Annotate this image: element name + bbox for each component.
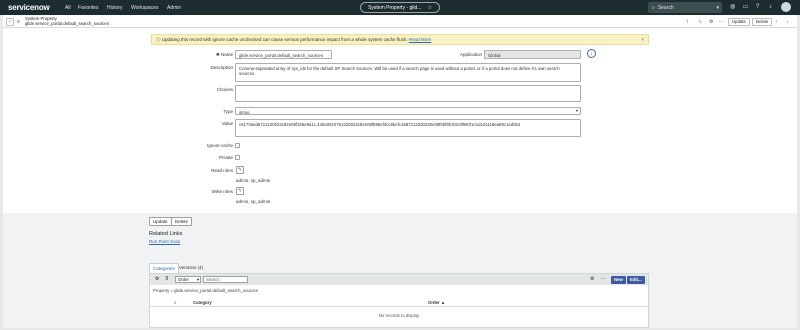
paperclip-icon[interactable]: ⌇ <box>686 19 688 25</box>
more-icon[interactable]: ⋯ <box>719 19 724 25</box>
search-icon: ⌕ <box>652 4 655 11</box>
global-search[interactable]: ⌕ Search ▾ <box>648 2 722 13</box>
context-title: System Property - glid... <box>368 4 422 11</box>
context-title-pill[interactable]: System Property - glid... ☆ <box>360 2 440 13</box>
nav-all[interactable]: All <box>65 5 71 11</box>
order-select[interactable]: Order ▾ <box>175 276 201 283</box>
chevron-down-icon: ▾ <box>196 277 199 282</box>
related-links-heading: Related Links <box>149 231 183 237</box>
help-icon[interactable]: ? <box>754 4 761 11</box>
star-icon[interactable]: ☆ <box>427 5 431 11</box>
cache-warning-alert: ⓘ Updating this record with ignore cache… <box>151 34 649 45</box>
edit-write-roles-pencil-icon[interactable]: ✎ <box>236 187 244 195</box>
name-label: Name <box>220 52 233 57</box>
info-icon: ⓘ <box>156 37 161 42</box>
private-checkbox[interactable] <box>235 155 240 160</box>
breadcrumb[interactable]: Property = glide.service_portal.default_… <box>153 288 258 293</box>
more-icon[interactable]: ⋯ <box>601 276 606 282</box>
top-navigation-bar: servicenow All Favorites History Workspa… <box>0 0 800 15</box>
required-marker: ✱ Name <box>215 52 233 57</box>
record-form-panel: ‹ ≡ System Property glide.service_portal… <box>3 15 797 328</box>
search-placeholder: Search <box>657 4 674 11</box>
run-point-scan-link[interactable]: Run Point Scan <box>149 239 180 244</box>
settings-icon[interactable]: ⚙ <box>709 19 713 25</box>
list-search-input[interactable]: Search <box>203 276 248 283</box>
list-toolbar: ⚙ ⊽ Order ▾ Search ⚙ ⋯ New Edit... <box>150 274 648 285</box>
categories-related-list: ⚙ ⊽ Order ▾ Search ⚙ ⋯ New Edit... Proper… <box>149 273 649 328</box>
type-label: Type <box>223 109 233 114</box>
ignore-cache-checkbox[interactable] <box>235 143 240 148</box>
choices-field[interactable] <box>235 85 581 102</box>
delete-button[interactable]: Delete <box>752 17 773 26</box>
application-field: Global <box>484 50 581 59</box>
form-title: System Property glide.service_portal.def… <box>25 16 109 26</box>
nav-favorites[interactable]: Favorites <box>78 5 99 11</box>
type-select[interactable]: string ▾ <box>235 107 581 115</box>
delete-button-bottom[interactable]: Delete <box>171 217 193 226</box>
bell-icon[interactable]: ♪ <box>767 4 774 11</box>
description-field[interactable]: Comma-separated array of sys_ids for the… <box>235 63 581 82</box>
avatar[interactable] <box>781 2 791 12</box>
chat-icon[interactable]: ▭ <box>742 4 749 11</box>
empty-message: No records to display <box>378 313 420 318</box>
info-icon[interactable]: i <box>587 49 596 58</box>
nav-workspaces[interactable]: Workspaces <box>131 5 158 11</box>
chevron-down-icon: ▾ <box>575 108 578 113</box>
list-column-headers: ⌕ Category Order ▲ <box>150 298 648 307</box>
application-label: Application <box>459 52 482 57</box>
servicenow-logo[interactable]: servicenow <box>8 3 50 12</box>
order-select-value: Order <box>178 277 189 282</box>
description-label: Description <box>210 65 233 70</box>
read-roles-value: admin, sp_admin <box>236 178 271 183</box>
list-settings-icon[interactable]: ⚙ <box>155 276 159 282</box>
arrow-up-icon[interactable]: ↑ <box>775 19 778 25</box>
tab-categories[interactable]: Categories <box>149 263 179 273</box>
read-more-link[interactable]: Read More <box>409 37 431 42</box>
write-roles-value: admin, sp_admin <box>236 199 271 204</box>
private-label: Private <box>218 155 233 160</box>
new-button[interactable]: New <box>611 276 626 284</box>
edit-button[interactable]: Edit... <box>627 276 645 284</box>
tab-versions[interactable]: Versions (4) <box>176 263 206 273</box>
name-field[interactable]: glide.service_portal.default_search_sour… <box>235 50 332 59</box>
update-button[interactable]: Update <box>728 17 750 26</box>
column-order[interactable]: Order ▲ <box>428 300 445 305</box>
record-name: glide.service_portal.default_search_sour… <box>25 20 109 26</box>
chevron-down-icon[interactable]: ▾ <box>716 5 719 11</box>
type-value: string <box>239 109 250 115</box>
activity-icon[interactable]: ∿ <box>698 19 702 25</box>
gear-icon[interactable]: ⚙ <box>590 276 594 282</box>
arrow-down-icon[interactable]: ↓ <box>786 19 789 25</box>
hamburger-icon[interactable]: ≡ <box>17 19 20 25</box>
read-roles-label: Read roles <box>211 168 233 173</box>
alert-text: Updating this record with ignore cache u… <box>161 37 408 42</box>
column-category[interactable]: Category <box>193 300 212 305</box>
search-icon[interactable]: ⌕ <box>174 300 177 305</box>
edit-read-roles-pencil-icon[interactable]: ✎ <box>236 166 244 174</box>
value-label: Value <box>221 121 233 126</box>
back-button[interactable]: ‹ <box>6 18 14 26</box>
nav-history[interactable]: History <box>107 5 123 11</box>
nav-admin[interactable]: Admin <box>167 5 181 11</box>
close-icon[interactable]: × <box>641 35 644 44</box>
globe-icon[interactable]: ◍ <box>729 4 736 11</box>
write-roles-label: Write roles <box>211 189 233 194</box>
form-header: ‹ ≡ System Property glide.service_portal… <box>3 15 797 28</box>
ignore-cache-label: Ignore cache <box>206 143 233 148</box>
update-button-bottom[interactable]: Update <box>149 217 172 226</box>
choices-label: Choices <box>216 87 233 92</box>
value-field[interactable]: c6170aed6721220023c82e08f1b5e9a1c,435a06… <box>235 119 581 137</box>
filter-icon[interactable]: ⊽ <box>165 276 169 282</box>
